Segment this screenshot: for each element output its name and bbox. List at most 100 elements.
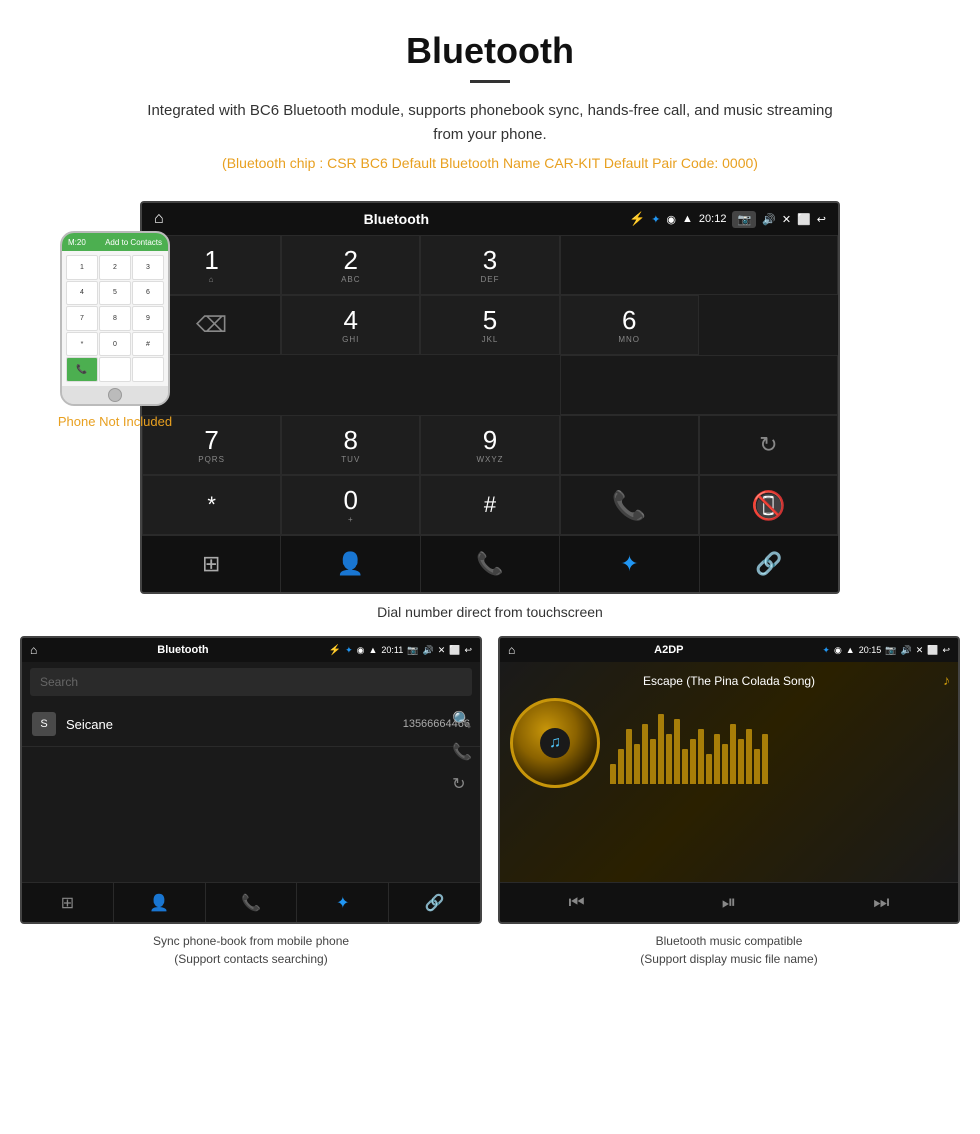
- usb-icon: ⚡: [629, 211, 645, 227]
- phonebook-sidebar: 🔍 📞 ↻: [452, 710, 472, 794]
- pb-phone-icon[interactable]: 📞: [452, 742, 472, 762]
- key-8[interactable]: 8 TUV: [281, 415, 420, 475]
- phonebook-screen-wrapper: ⌂ Bluetooth ⚡ ✦ ◉ ▲ 20:11 📷 🔊 ✕ ⬜ ↩: [20, 636, 482, 968]
- key-0[interactable]: 0 +: [281, 475, 420, 535]
- volume-icon[interactable]: 🔊: [762, 213, 776, 226]
- eq-bar: [610, 764, 616, 784]
- contact-avatar: S: [32, 712, 56, 736]
- a2dp-status-bar: ⌂ A2DP ✦ ◉ ▲ 20:15 📷 🔊 ✕ ⬜ ↩: [500, 638, 958, 662]
- pb-search-icon[interactable]: 🔍: [452, 710, 472, 730]
- home-icon[interactable]: ⌂: [154, 210, 164, 228]
- pb-time: 20:11: [381, 645, 403, 655]
- phone-top-bar: M:20 Add to Contacts: [62, 233, 168, 251]
- pb-dialpad-btn[interactable]: ⊞: [22, 883, 114, 922]
- eq-bar: [698, 729, 704, 784]
- a2dp-home-icon[interactable]: ⌂: [508, 643, 515, 657]
- pb-phone-btn[interactable]: 📞: [206, 883, 298, 922]
- pb-contacts-btn[interactable]: 👤: [114, 883, 206, 922]
- phone-key: [132, 357, 164, 382]
- eq-bar: [730, 724, 736, 784]
- a2dp-close-icon[interactable]: ✕: [916, 645, 924, 656]
- eq-bar: [714, 734, 720, 784]
- music-note-float: ♪: [943, 672, 950, 688]
- a2dp-vol-icon[interactable]: 🔊: [900, 645, 911, 656]
- camera-btn[interactable]: 📷: [732, 211, 756, 228]
- a2dp-camera-icon[interactable]: 📷: [885, 645, 896, 656]
- dialpad-btn[interactable]: ⊞: [142, 536, 281, 592]
- key-end-call[interactable]: 📵: [699, 475, 838, 535]
- bt-icon: ✦: [651, 213, 660, 226]
- eq-bar: [722, 744, 728, 784]
- back-icon[interactable]: ↩: [817, 213, 826, 226]
- phone-screen: 1 2 3 4 5 6 7 8 9 * 0 # 📞: [62, 251, 168, 386]
- phone-btn[interactable]: 📞: [421, 536, 560, 592]
- a2dp-status-right: ✦ ◉ ▲ 20:15 📷 🔊 ✕ ⬜ ↩: [822, 645, 950, 656]
- pb-close-icon[interactable]: ✕: [438, 645, 446, 656]
- eq-bar: [666, 734, 672, 784]
- contacts-btn[interactable]: 👤: [281, 536, 420, 592]
- key-2[interactable]: 2 ABC: [281, 235, 420, 295]
- phone-key: 2: [99, 255, 131, 280]
- equalizer: [610, 698, 948, 788]
- pb-refresh-icon[interactable]: ↻: [452, 774, 472, 794]
- eq-bar: [674, 719, 680, 784]
- pb-usb-icon: ⚡: [329, 645, 341, 656]
- status-bar: ⌂ Bluetooth ⚡ ✦ ◉ ▲ 20:12 📷 🔊 ✕ ⬜ ↩: [142, 203, 838, 235]
- pb-bt-btn[interactable]: ✦: [297, 883, 389, 922]
- a2dp-time: 20:15: [859, 645, 882, 655]
- pb-status-bar: ⌂ Bluetooth ⚡ ✦ ◉ ▲ 20:11 📷 🔊 ✕ ⬜ ↩: [22, 638, 480, 662]
- skip-prev-btn[interactable]: ⏮: [569, 892, 585, 913]
- music-art-wrapper: ♫ ♪: [500, 698, 958, 788]
- eq-bar: [738, 739, 744, 784]
- phonebook-caption: Sync phone-book from mobile phone (Suppo…: [153, 932, 349, 968]
- a2dp-win-icon[interactable]: ⬜: [927, 645, 938, 656]
- key-star[interactable]: *: [142, 475, 281, 535]
- pb-signal-icon: ▲: [368, 645, 377, 655]
- close-icon[interactable]: ✕: [782, 213, 791, 226]
- contact-row[interactable]: S Seicane 13566664466: [22, 702, 480, 747]
- bottom-screens: ⌂ Bluetooth ⚡ ✦ ◉ ▲ 20:11 📷 🔊 ✕ ⬜ ↩: [20, 636, 960, 968]
- phone-call-btn: 📞: [66, 357, 98, 382]
- a2dp-back-icon[interactable]: ↩: [942, 645, 950, 656]
- pb-vol-icon[interactable]: 🔊: [422, 645, 433, 656]
- search-placeholder: Search: [40, 675, 78, 689]
- key-3[interactable]: 3 DEF: [420, 235, 559, 295]
- song-title: Escape (The Pina Colada Song): [643, 674, 815, 688]
- window-icon[interactable]: ⬜: [797, 213, 811, 226]
- large-screen-caption: Dial number direct from touchscreen: [20, 604, 960, 620]
- eq-bar: [690, 739, 696, 784]
- pb-link-btn[interactable]: 🔗: [389, 883, 480, 922]
- key-4[interactable]: 4 GHI: [281, 295, 420, 355]
- key-hash[interactable]: #: [420, 475, 559, 535]
- phone-home-btn: [108, 388, 122, 402]
- pb-bt-icon: ✦: [345, 645, 353, 656]
- key-5[interactable]: 5 JKL: [420, 295, 559, 355]
- pb-camera-icon[interactable]: 📷: [407, 645, 418, 656]
- bluetooth-btn[interactable]: ✦: [560, 536, 699, 592]
- page-header: Bluetooth Integrated with BC6 Bluetooth …: [0, 0, 980, 201]
- phone-not-included-label: Phone Not Included: [58, 414, 172, 429]
- empty-cell-2: [560, 415, 699, 475]
- eq-bar: [618, 749, 624, 784]
- key-9[interactable]: 9 WXYZ: [420, 415, 559, 475]
- play-pause-btn[interactable]: ⏯: [722, 892, 736, 913]
- pb-back-icon[interactable]: ↩: [464, 645, 472, 656]
- key-call[interactable]: 📞: [560, 475, 699, 535]
- eq-bar: [746, 729, 752, 784]
- search-bar[interactable]: Search: [30, 668, 472, 696]
- title-divider: [470, 80, 510, 83]
- page-title: Bluetooth: [60, 30, 920, 72]
- status-right: ⚡ ✦ ◉ ▲ 20:12 📷 🔊 ✕ ⬜ ↩: [629, 211, 826, 228]
- skip-next-btn[interactable]: ⏭: [873, 892, 889, 913]
- dialpad-grid: 1 ⌂ 2 ABC 3 DEF ⌫ 4 GHI: [142, 235, 838, 535]
- bottom-action-bar: ⊞ 👤 📞 ✦ 🔗: [142, 535, 838, 592]
- eq-bar: [754, 749, 760, 784]
- key-refresh[interactable]: ↻: [699, 415, 838, 475]
- pb-win-icon[interactable]: ⬜: [449, 645, 460, 656]
- pb-home-icon[interactable]: ⌂: [30, 643, 37, 657]
- pb-bottom-bar: ⊞ 👤 📞 ✦ 🔗: [22, 882, 480, 922]
- status-left: ⌂: [154, 210, 164, 228]
- key-6[interactable]: 6 MNO: [560, 295, 699, 355]
- eq-bar: [650, 739, 656, 784]
- link-btn[interactable]: 🔗: [700, 536, 838, 592]
